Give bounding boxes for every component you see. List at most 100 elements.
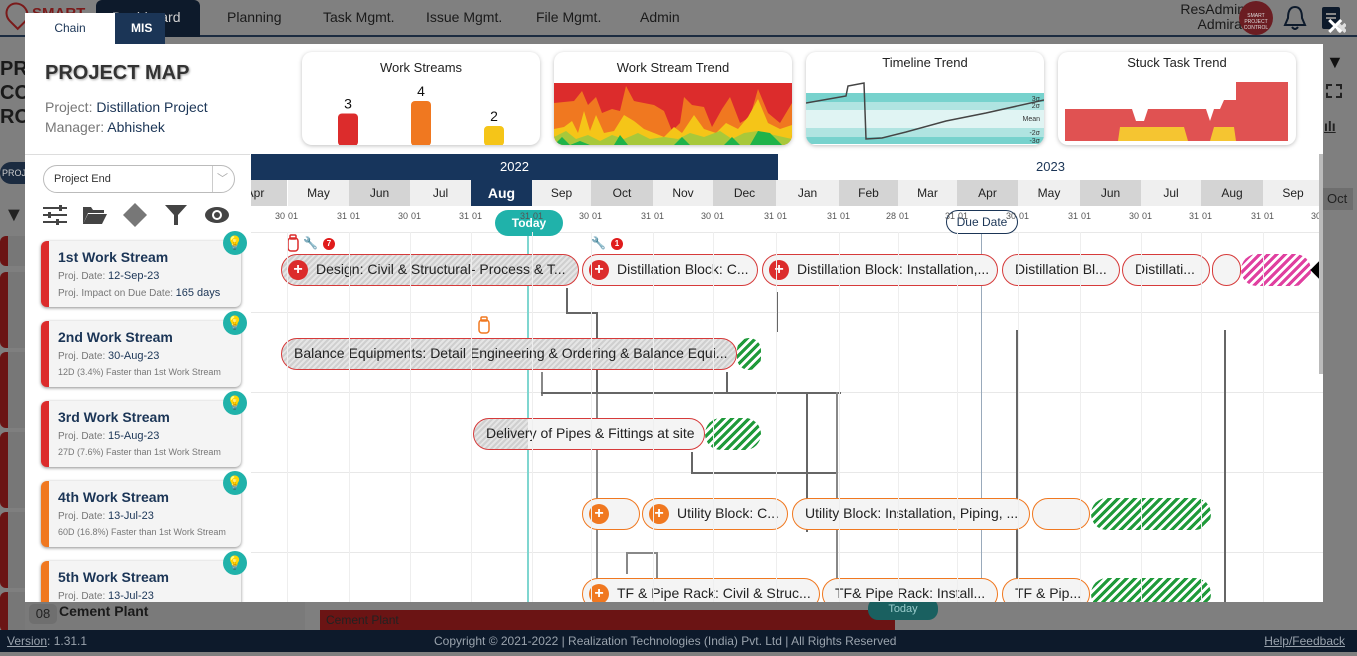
user-name: ResAdmin xyxy=(1180,1,1245,17)
close-icon[interactable]: ✕ xyxy=(1326,14,1344,40)
feeding-buffer[interactable] xyxy=(1091,498,1211,530)
date-label: Proj. Date: xyxy=(58,431,106,442)
grid-line xyxy=(957,232,958,602)
project-map-modal: PROJECT MAP Project: Distillation Projec… xyxy=(25,44,1323,602)
month-jul: Jul xyxy=(1141,180,1201,206)
diamond-icon[interactable] xyxy=(122,203,148,227)
issue-count-badge[interactable]: 1 xyxy=(611,238,623,250)
add-icon[interactable]: + xyxy=(589,260,609,281)
bg-fullscreen-icon xyxy=(1326,84,1342,98)
tab-chain-view[interactable]: Chain View xyxy=(25,13,115,66)
manager-value: Abhishek xyxy=(107,119,165,135)
month-oct: Oct xyxy=(591,180,653,206)
project-buffer[interactable] xyxy=(1241,254,1311,286)
lightbulb-icon[interactable]: 💡 xyxy=(223,311,247,335)
work-stream-card[interactable]: 2nd Work Stream Proj. Date: 30-Aug-23 12… xyxy=(41,311,247,387)
task-bar[interactable]: Distillati... xyxy=(1122,254,1210,286)
stuck-task-trend-card[interactable]: Stuck Task Trend xyxy=(1058,52,1296,145)
task-bar[interactable]: Utility Block: Installation, Piping, ... xyxy=(792,498,1030,530)
day-tick: 01 xyxy=(472,211,483,221)
folder-icon[interactable] xyxy=(82,203,108,227)
task-bar[interactable] xyxy=(1032,498,1090,530)
grid-line xyxy=(1080,232,1081,602)
task-bar[interactable]: TF& Pipe Rack: Install... xyxy=(822,578,998,602)
work-stream-card[interactable]: 4th Work Stream Proj. Date: 13-Jul-23 60… xyxy=(41,471,247,547)
bg-card xyxy=(0,592,26,632)
nav-planning[interactable]: Planning xyxy=(227,9,282,25)
bar-red[interactable] xyxy=(338,113,358,146)
lightbulb-icon[interactable]: 💡 xyxy=(223,391,247,415)
task-bar[interactable]: + TF & Pipe Rack: Civil & Struc... xyxy=(582,578,820,602)
add-icon[interactable]: + xyxy=(589,584,609,602)
day-tick: 30 xyxy=(579,211,590,221)
gantt-chart: 2022 2023 🔧 7 🔧 1 + Design: Civil & Stru… xyxy=(251,154,1323,602)
add-icon[interactable]: + xyxy=(589,504,609,525)
nav-file-mgmt[interactable]: File Mgmt. xyxy=(536,9,601,25)
nav-admin[interactable]: Admin xyxy=(640,9,680,25)
lock-icon xyxy=(478,316,490,334)
month-aug: Aug xyxy=(1201,180,1263,206)
date-label: Proj. Date: xyxy=(58,511,106,522)
vertical-scrollbar[interactable] xyxy=(1319,154,1323,374)
task-bar[interactable]: Distillation Bl... xyxy=(1002,254,1120,286)
bar-yellow[interactable] xyxy=(484,126,504,145)
grid-line xyxy=(776,232,777,602)
month-may: May xyxy=(288,180,349,206)
grid-line xyxy=(1018,232,1019,602)
task-bar[interactable]: + Utility Block: C... xyxy=(642,498,788,530)
dependency-line xyxy=(691,452,693,472)
day-tick: 01 xyxy=(1081,211,1092,221)
row-divider xyxy=(251,552,1323,553)
timeline-trend-card[interactable]: Timeline Trend 3σ 2σ Mean -2σ -3σ xyxy=(806,52,1044,145)
add-icon[interactable]: + xyxy=(769,260,789,281)
sort-select[interactable]: Project End ﹀ xyxy=(43,165,235,193)
work-streams-card[interactable]: Work Streams 342 xyxy=(302,52,540,145)
help-feedback-link[interactable]: Help/Feedback xyxy=(1264,634,1345,648)
work-stream-card[interactable]: 1st Work Stream Proj. Date: 12-Sep-23 Pr… xyxy=(41,231,247,307)
feeding-buffer[interactable] xyxy=(1091,578,1211,602)
task-bar[interactable]: + Distillation Block: Installation,... xyxy=(762,254,998,286)
filter-icon[interactable] xyxy=(163,203,189,227)
lightbulb-icon[interactable]: 💡 xyxy=(223,231,247,255)
tools-icon[interactable]: 🔧 xyxy=(591,236,606,250)
task-bar[interactable]: + Design: Civil & Structural- Process & T… xyxy=(281,254,579,286)
tools-icon[interactable]: 🔧 xyxy=(303,236,318,250)
toolbar xyxy=(42,203,237,227)
user-info[interactable]: ResAdmin Admiral xyxy=(1180,2,1245,32)
manager-line: Manager: Abhishek xyxy=(45,119,165,135)
settings-sliders-icon[interactable] xyxy=(42,203,68,227)
grid-line xyxy=(713,232,714,602)
date-label: Proj. Date: xyxy=(58,351,106,362)
add-icon[interactable]: + xyxy=(288,260,308,281)
impact-label: Proj. Impact on Due Date: xyxy=(58,288,174,299)
day-tick: 01 xyxy=(1142,211,1153,221)
year-2023: 2023 xyxy=(1036,159,1065,174)
row-divider xyxy=(251,312,1323,313)
avatar[interactable]: SMART PROJECT CONTROL xyxy=(1239,1,1273,35)
task-bar[interactable]: + Distillation Block: C... xyxy=(582,254,758,286)
chevron-down-icon: ﹀ xyxy=(212,166,228,192)
bg-card xyxy=(0,432,26,508)
work-stream-card[interactable]: 3rd Work Stream Proj. Date: 15-Aug-23 27… xyxy=(41,391,247,467)
work-stream-trend-card[interactable]: Work Stream Trend xyxy=(554,52,792,145)
eye-icon[interactable] xyxy=(204,203,230,227)
work-stream-card[interactable]: 5th Work Stream Proj. Date: 13-Jul-23 💡 xyxy=(41,551,247,602)
bar-orange[interactable] xyxy=(411,101,431,145)
day-tick: 01 xyxy=(777,211,788,221)
grid-line xyxy=(653,232,654,602)
issue-count-badge[interactable]: 7 xyxy=(323,238,335,250)
feeding-buffer[interactable] xyxy=(737,338,761,370)
bg-cement-title: Cement Plant xyxy=(59,603,149,619)
task-bar[interactable] xyxy=(1212,254,1241,286)
version-label[interactable]: Version xyxy=(7,634,47,648)
lightbulb-icon[interactable]: 💡 xyxy=(223,471,247,495)
add-icon[interactable]: + xyxy=(649,504,669,525)
lightbulb-icon[interactable]: 💡 xyxy=(223,551,247,575)
tab-mis[interactable]: MIS xyxy=(115,13,165,44)
bell-icon[interactable] xyxy=(1282,4,1308,32)
task-bar[interactable]: Delivery of Pipes & Fittings at site xyxy=(473,418,705,450)
nav-issue-mgmt[interactable]: Issue Mgmt. xyxy=(426,9,502,25)
day-tick: 30 xyxy=(1006,211,1017,221)
task-bar[interactable]: TF & Pip... xyxy=(1002,578,1090,602)
nav-task-mgmt[interactable]: Task Mgmt. xyxy=(323,9,395,25)
